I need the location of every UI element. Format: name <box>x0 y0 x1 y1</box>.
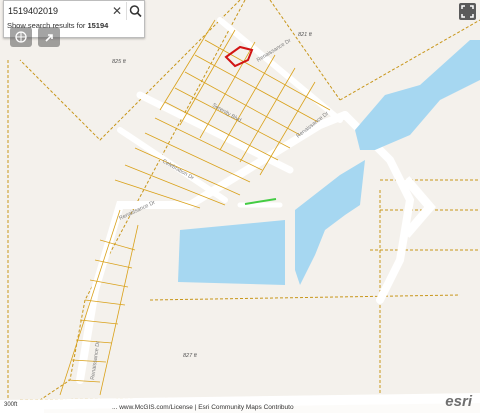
elevation-label-827: 827 ft <box>183 353 197 359</box>
elevation-label-825: 825 ft <box>112 59 126 65</box>
scale-label: 300ft <box>4 402 18 408</box>
attribution-text: ... www.McGIS.com/License | Esri Communi… <box>112 404 294 411</box>
locate-icon[interactable] <box>38 27 60 47</box>
search-icon[interactable] <box>126 2 144 20</box>
search-input[interactable] <box>6 3 110 19</box>
scale-bar: 300ft <box>0 402 44 413</box>
elevation-label-821: 821 ft <box>298 32 312 38</box>
close-icon[interactable]: ✕ <box>110 3 124 19</box>
attribution-bar: ... www.McGIS.com/License | Esri Communi… <box>0 394 480 413</box>
chevron-right-icon[interactable] <box>398 175 438 239</box>
basemap-icon[interactable] <box>10 27 32 47</box>
esri-logo: esri <box>445 393 472 410</box>
expand-icon[interactable] <box>459 3 476 20</box>
